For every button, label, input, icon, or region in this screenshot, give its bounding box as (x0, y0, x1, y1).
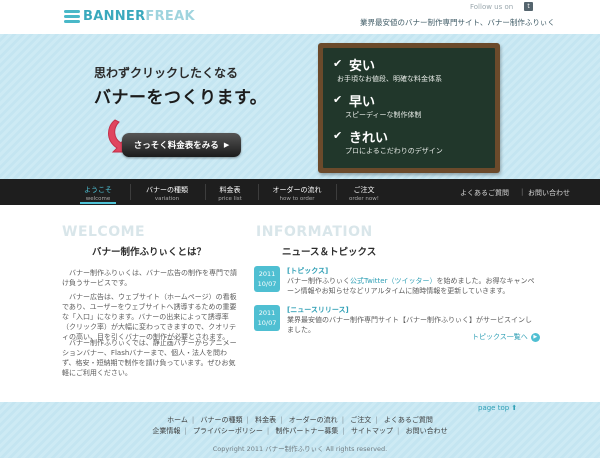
footer-link-contact[interactable]: お問い合わせ (406, 427, 448, 435)
header-tagline: 業界最安値のバナー制作専門サイト、バナー制作ふりぃく (360, 18, 555, 27)
copyright: Copyright 2011 バナー制作ふりぃく All rights rese… (212, 445, 388, 453)
footer-link-order-flow[interactable]: オーダーの流れ (289, 416, 338, 424)
news-text-pre: バナー制作ふりぃく (287, 277, 350, 285)
hero-banner: 思わずクリックしたくなる バナーをつくります。 さっそく料金表をみる ▶ ✔ 安… (0, 34, 600, 179)
news-year: 2011 (258, 270, 276, 278)
nav-price-sub: price list (218, 196, 242, 202)
price-list-cta-button[interactable]: さっそく料金表をみる ▶ (122, 133, 241, 157)
nav-divider (336, 184, 337, 200)
chalkboard: ✔ 安い お手頃なお値段、明確な料金体系 ✔ 早い スピーディーな制作体制 ✔ … (318, 43, 500, 173)
news-date-badge: 2011 10/07 (254, 266, 280, 292)
nav-how-to-order[interactable]: オーダーの流れ how to order (266, 179, 328, 205)
footer-link-faq[interactable]: よくあるご質問 (384, 416, 433, 424)
play-arrow-icon: ▶ (223, 141, 230, 149)
footer-link-order[interactable]: ご注文 (350, 416, 371, 424)
site-logo[interactable]: BANNERFREAK (64, 7, 195, 25)
cta-label: さっそく料金表をみる (133, 141, 219, 151)
footer-link-company[interactable]: 企業情報 (152, 427, 180, 435)
news-text: バナー制作ふりぃく公式Twitter（ツイッター）を始めました。お得なキャンペー… (287, 276, 537, 296)
site-header: BANNERFREAK Follow us on t 業界最安値のバナー制作専門… (0, 0, 600, 34)
nav-welcome[interactable]: ようこそ welcome (78, 179, 118, 205)
checkmark-icon: ✔ (333, 129, 343, 142)
footer-link-variation[interactable]: バナーの種類 (201, 416, 243, 424)
information-title: ニュース＆トピックス (282, 247, 377, 258)
chevron-right-icon: ▶ (530, 332, 540, 342)
information-ghost-heading: INFORMATION (256, 224, 373, 240)
nav-divider (258, 184, 259, 200)
news-year: 2011 (258, 309, 276, 317)
footer-link-partner[interactable]: 制作パートナー募集 (275, 427, 338, 435)
checkmark-icon: ✔ (333, 93, 343, 106)
footer-links-primary: ホーム | バナーの種類 | 料金表 | オーダーの流れ | ご注文 | よくあるご質問 (167, 416, 433, 424)
nav-variation-label: バナーの種類 (146, 186, 188, 194)
feature-fast: 早い (349, 95, 376, 110)
feature-beautiful-desc: プロによるこだわりのデザイン (345, 147, 443, 155)
topics-list-label: トピックス一覧へ (472, 333, 528, 341)
news-date: 10/07 (257, 280, 277, 288)
chalkboard-surface: ✔ 安い お手頃なお値段、明確な料金体系 ✔ 早い スピーディーな制作体制 ✔ … (323, 48, 495, 168)
page-top-label: page top (478, 404, 510, 412)
welcome-paragraph-3: バナー制作ふりぃくでは、静止画バナーからアニメーションバナー、Flashバナーま… (62, 339, 237, 377)
nav-variation-sub: variation (154, 196, 180, 202)
news-date-badge: 2011 10/07 (254, 305, 280, 331)
nav-order-label: ご注文 (353, 186, 375, 194)
logo-mark-icon (64, 9, 80, 23)
nav-contact-link[interactable]: お問い合わせ (528, 188, 570, 198)
nav-faq-link[interactable]: よくあるご質問 (460, 188, 509, 198)
nav-divider (130, 184, 131, 200)
news-date: 10/07 (257, 319, 277, 327)
news-category[interactable]: [ニュースリリース] (287, 305, 349, 315)
footer-link-home[interactable]: ホーム (167, 416, 188, 424)
logo-text: BANNERFREAK (83, 8, 195, 24)
nav-price-list[interactable]: 料金表 price list (212, 179, 248, 205)
nav-welcome-label: ようこそ (84, 186, 112, 194)
hero-headline: バナーをつくります。 (94, 88, 268, 108)
welcome-paragraph-1: バナー制作ふりぃくは、バナー広告の制作を専門で請け負うサービスです。 (62, 269, 237, 287)
nav-order-flow-label: オーダーの流れ (272, 186, 322, 194)
footer-link-privacy[interactable]: プライバシーポリシー (193, 427, 263, 435)
feature-cheap: 安い (349, 59, 376, 74)
nav-variation[interactable]: バナーの種類 variation (138, 179, 196, 205)
nav-order-now[interactable]: ご注文 order now! (344, 179, 384, 205)
follow-label: Follow us on (470, 3, 514, 11)
news-category[interactable]: [トピックス] (287, 266, 328, 276)
feature-cheap-desc: お手頃なお値段、明確な料金体系 (337, 75, 442, 83)
nav-price-label: 料金表 (219, 186, 241, 194)
checkmark-icon: ✔ (333, 57, 343, 70)
twitter-link[interactable]: 公式Twitter（ツイッター） (350, 277, 436, 285)
welcome-paragraph-2: バナー広告は、ウェブサイト（ホームページ）の看板であり、ユーザーをウェブサイトへ… (62, 293, 237, 341)
nav-order-sub: order now! (349, 196, 379, 202)
arrow-up-icon: ⬆ (511, 404, 518, 412)
welcome-ghost-heading: WELCOME (62, 224, 146, 240)
feature-fast-desc: スピーディーな制作体制 (345, 111, 422, 119)
nav-welcome-sub: welcome (85, 196, 111, 202)
nav-order-flow-sub: how to order (279, 196, 315, 202)
footer-link-sitemap[interactable]: サイトマップ (351, 427, 393, 435)
feature-beautiful: きれい (349, 131, 389, 146)
global-nav: ようこそ welcome バナーの種類 variation 料金表 price … (0, 179, 600, 205)
topics-list-link[interactable]: トピックス一覧へ ▶ (472, 332, 540, 342)
welcome-title: バナー制作ふりぃくとは？ (92, 247, 207, 258)
hero-catchcopy: 思わずクリックしたくなる (94, 66, 239, 80)
twitter-icon[interactable]: t (524, 2, 533, 11)
news-item: 2011 10/07 [トピックス] バナー制作ふりぃく公式Twitter（ツイ… (254, 266, 540, 306)
footer-links-secondary: 企業情報 | プライバシーポリシー | 制作パートナー募集 | サイトマップ | お問い… (152, 427, 448, 435)
page-top-link[interactable]: page top ⬆ (478, 404, 517, 412)
nav-divider (205, 184, 206, 200)
footer-link-price[interactable]: 料金表 (255, 416, 276, 424)
